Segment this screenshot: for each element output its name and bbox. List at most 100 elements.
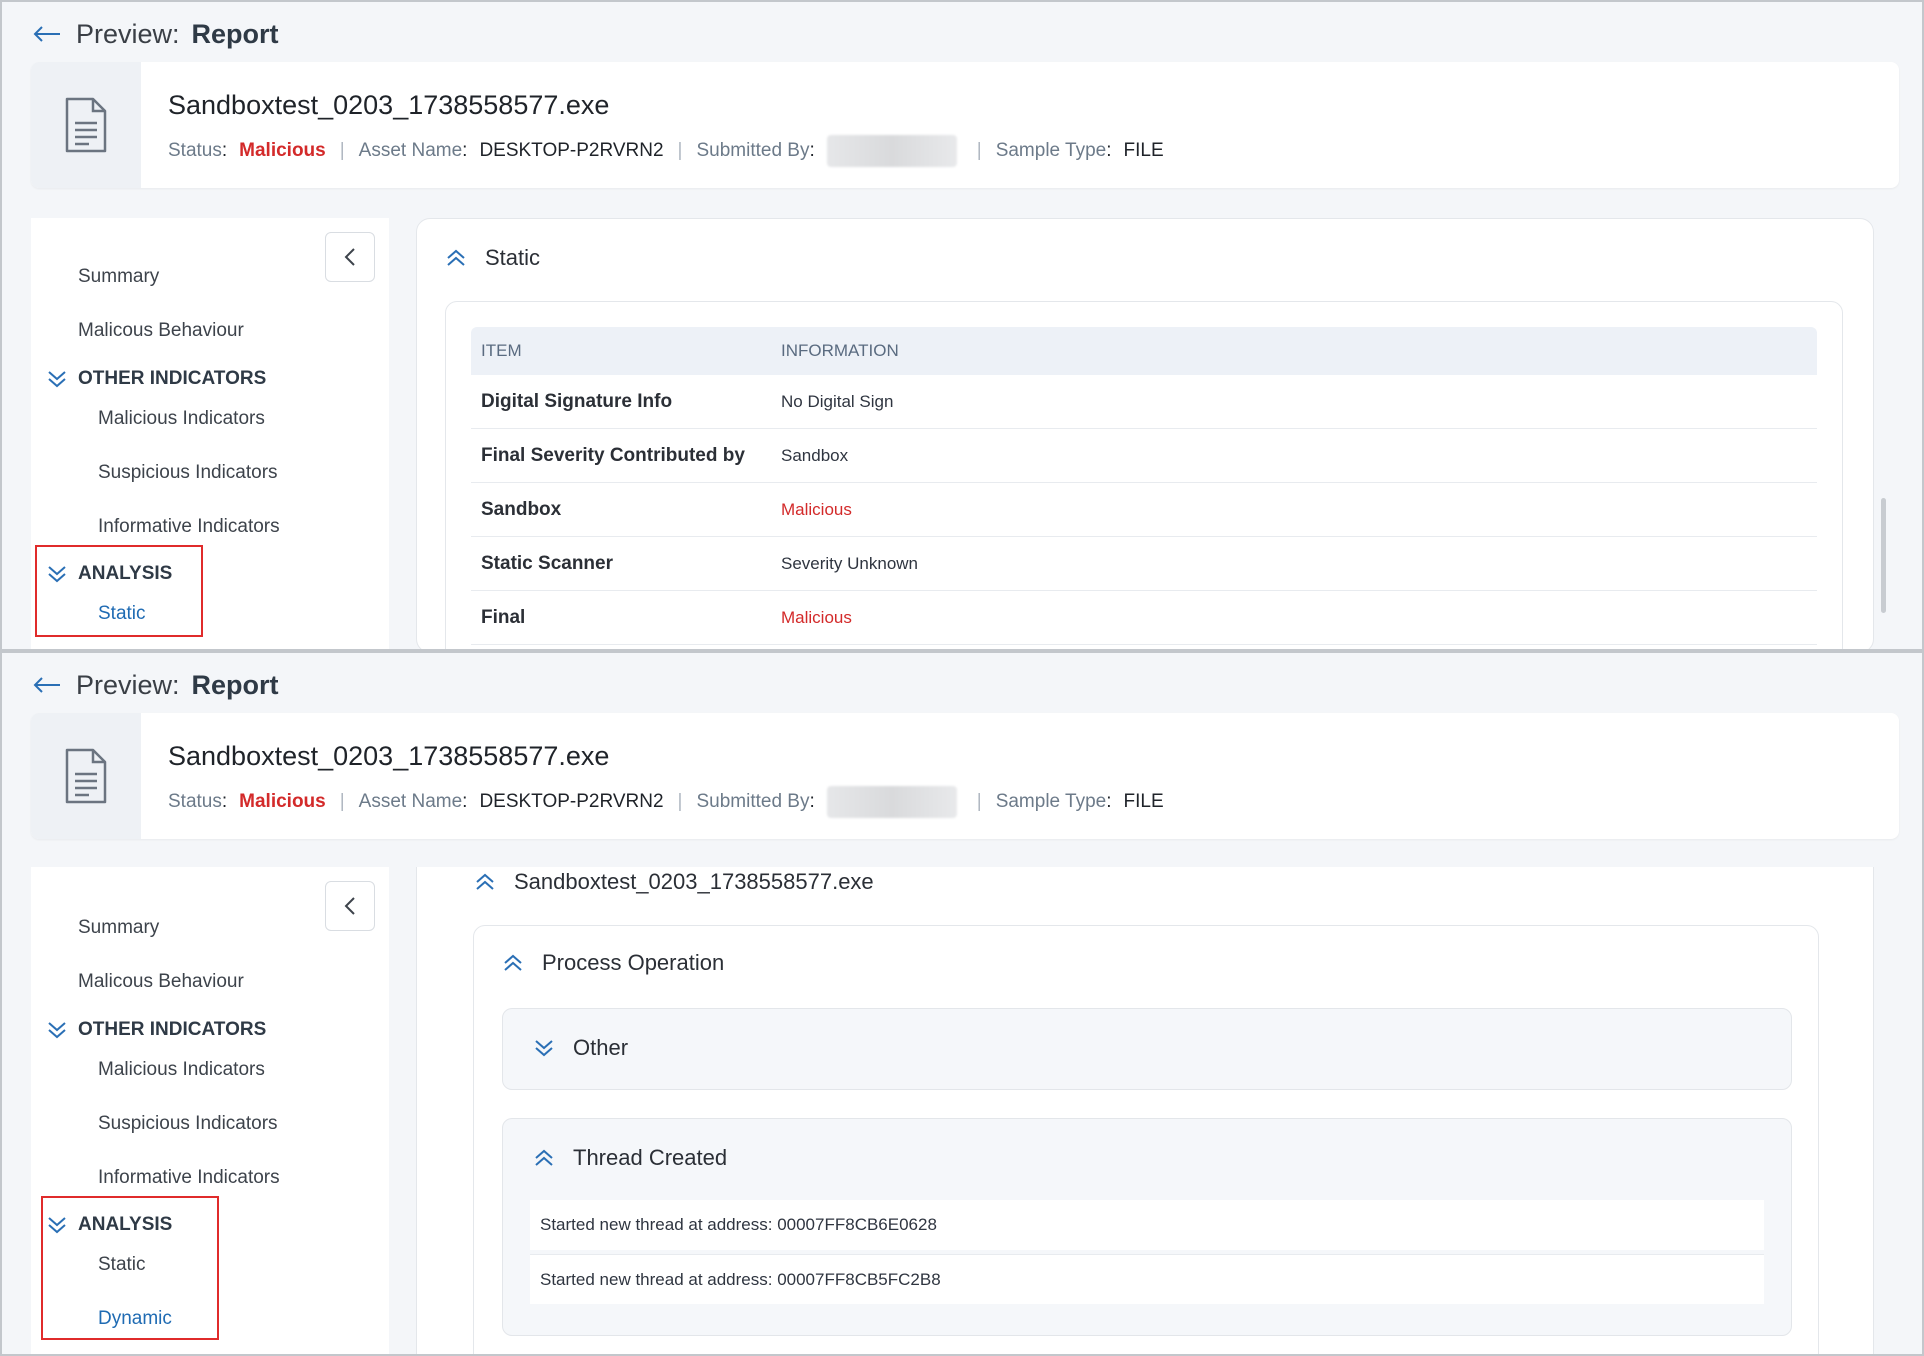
sample-type-label: Sample Type xyxy=(995,140,1107,161)
table-row: Final Severity Contributed by Sandbox xyxy=(471,429,1817,483)
list-item: Started new thread at address: 00007FF8C… xyxy=(530,1254,1764,1304)
row-item: Static Scanner xyxy=(481,552,613,574)
chevron-double-up-icon xyxy=(504,954,522,971)
page-title-bar: Preview: Report xyxy=(32,14,279,54)
file-name: Sandboxtest_0203_1738558577.exe xyxy=(168,90,610,120)
asset-name-label: Asset Name xyxy=(358,791,463,812)
sample-type-value: FILE xyxy=(1123,140,1164,161)
chevron-double-up-icon xyxy=(535,1149,553,1166)
row-info: Malicious xyxy=(781,499,852,519)
sidebar-item-informative-indicators[interactable]: Informative Indicators xyxy=(98,516,280,538)
sample-type-colon: : xyxy=(1106,791,1112,812)
collapse-sidebar-button[interactable] xyxy=(325,881,375,931)
back-arrow-icon[interactable] xyxy=(32,675,62,695)
static-section-header[interactable]: Static xyxy=(445,245,540,271)
title-prefix: Preview: xyxy=(76,669,180,700)
vertical-scrollbar[interactable] xyxy=(1881,498,1886,613)
sidebar-item-malicious-indicators[interactable]: Malicious Indicators xyxy=(98,408,265,430)
title-prefix: Preview: xyxy=(76,18,180,49)
static-table-card: ITEM INFORMATION Digital Signature Info … xyxy=(445,301,1843,649)
section-title: Static xyxy=(485,245,541,270)
sidebar-item-summary[interactable]: Summary xyxy=(78,266,159,288)
asset-name-colon: : xyxy=(462,791,468,812)
meta-separator: | xyxy=(976,140,982,161)
sidebar-group-label: OTHER INDICATORS xyxy=(78,1019,267,1040)
chevron-double-down-icon xyxy=(535,1040,553,1057)
asset-name-value: DESKTOP-P2RVRN2 xyxy=(479,140,664,161)
sidebar-item-suspicious-indicators[interactable]: Suspicious Indicators xyxy=(98,462,278,484)
submitted-by-label: Submitted By xyxy=(696,791,810,812)
file-meta-row: Status : Malicious | Asset Name : DESKTO… xyxy=(168,135,1164,167)
report-preview-static: Preview: Report Sandboxtest_0203_1738558… xyxy=(0,0,1924,651)
dynamic-panel: Sandboxtest_0203_1738558577.exe Process … xyxy=(416,867,1874,1354)
file-meta-row: Status : Malicious | Asset Name : DESKTO… xyxy=(168,786,1164,818)
status-label: Status xyxy=(168,791,222,812)
sidebar-group-other-indicators[interactable]: OTHER INDICATORS xyxy=(46,1019,266,1041)
page-title-bar: Preview: Report xyxy=(32,665,279,705)
sidebar-item-malicious-indicators[interactable]: Malicious Indicators xyxy=(98,1059,265,1081)
row-info: No Digital Sign xyxy=(781,391,894,411)
other-card: Other xyxy=(502,1008,1792,1090)
file-icon-container xyxy=(31,713,141,839)
status-value: Malicious xyxy=(239,140,326,161)
thread-created-header[interactable]: Thread Created xyxy=(533,1145,727,1171)
section-title: Process Operation xyxy=(542,950,725,975)
column-header-information: INFORMATION xyxy=(781,341,899,360)
status-value: Malicious xyxy=(239,791,326,812)
asset-name-value: DESKTOP-P2RVRN2 xyxy=(479,791,664,812)
row-info: Sandbox xyxy=(781,445,849,465)
sidebar-group-label: OTHER INDICATORS xyxy=(78,368,267,389)
sidebar-item-malicious-behaviour[interactable]: Malicous Behaviour xyxy=(78,320,244,342)
sidebar-item-informative-indicators[interactable]: Informative Indicators xyxy=(98,1167,280,1189)
status-colon: : xyxy=(221,140,228,161)
row-info: Severity Unknown xyxy=(781,553,919,573)
report-sidebar: Summary Malicous Behaviour OTHER INDICAT… xyxy=(31,218,389,649)
chevron-double-up-icon xyxy=(447,249,465,266)
file-name: Sandboxtest_0203_1738558577.exe xyxy=(168,741,610,771)
meta-separator: | xyxy=(677,140,683,161)
status-colon: : xyxy=(221,791,228,812)
meta-separator: | xyxy=(976,791,982,812)
row-item: Digital Signature Info xyxy=(481,390,673,412)
chevron-double-down-icon xyxy=(48,371,66,388)
asset-name-colon: : xyxy=(462,140,468,161)
report-preview-dynamic: Preview: Report Sandboxtest_0203_1738558… xyxy=(0,651,1924,1356)
sample-type-colon: : xyxy=(1106,140,1112,161)
table-row: Final Malicious xyxy=(471,591,1817,645)
document-icon xyxy=(65,97,107,153)
page-title: Report xyxy=(191,18,279,49)
row-item: Sandbox xyxy=(481,498,562,520)
row-info: Malicious xyxy=(781,607,852,627)
page-title: Report xyxy=(191,669,279,700)
process-operation-card: Process Operation Other Thread Created S… xyxy=(473,925,1819,1354)
file-header-card: Sandboxtest_0203_1738558577.exe Status :… xyxy=(31,713,1899,839)
back-arrow-icon[interactable] xyxy=(32,24,62,44)
static-panel: Static ITEM INFORMATION Digital Signatur… xyxy=(416,218,1874,649)
section-title: Sandboxtest_0203_1738558577.exe xyxy=(514,869,874,894)
chevron-left-icon xyxy=(344,248,355,266)
collapse-sidebar-button[interactable] xyxy=(325,232,375,282)
table-header: ITEM INFORMATION xyxy=(471,327,1817,375)
row-item: Final Severity Contributed by xyxy=(481,444,745,466)
section-title: Thread Created xyxy=(573,1145,728,1170)
file-header-card: Sandboxtest_0203_1738558577.exe Status :… xyxy=(31,62,1899,188)
document-icon xyxy=(65,748,107,804)
status-label: Status xyxy=(168,140,222,161)
table-row: Sandbox Malicious xyxy=(471,483,1817,537)
other-header[interactable]: Other xyxy=(533,1035,628,1061)
submitted-by-redacted xyxy=(826,786,957,818)
table-row: Digital Signature Info No Digital Sign xyxy=(471,375,1817,429)
meta-separator: | xyxy=(677,791,683,812)
sidebar-item-summary[interactable]: Summary xyxy=(78,917,159,939)
highlight-annotation-box xyxy=(35,545,203,637)
sidebar-item-suspicious-indicators[interactable]: Suspicious Indicators xyxy=(98,1113,278,1135)
submitted-by-colon: : xyxy=(809,791,815,812)
chevron-left-icon xyxy=(344,897,355,915)
file-icon-container xyxy=(31,62,141,188)
sidebar-item-malicious-behaviour[interactable]: Malicous Behaviour xyxy=(78,971,244,993)
process-operation-header[interactable]: Process Operation xyxy=(502,950,724,976)
file-section-header[interactable]: Sandboxtest_0203_1738558577.exe xyxy=(474,869,874,895)
sample-type-value: FILE xyxy=(1123,791,1164,812)
meta-separator: | xyxy=(339,791,345,812)
sidebar-group-other-indicators[interactable]: OTHER INDICATORS xyxy=(46,368,266,390)
